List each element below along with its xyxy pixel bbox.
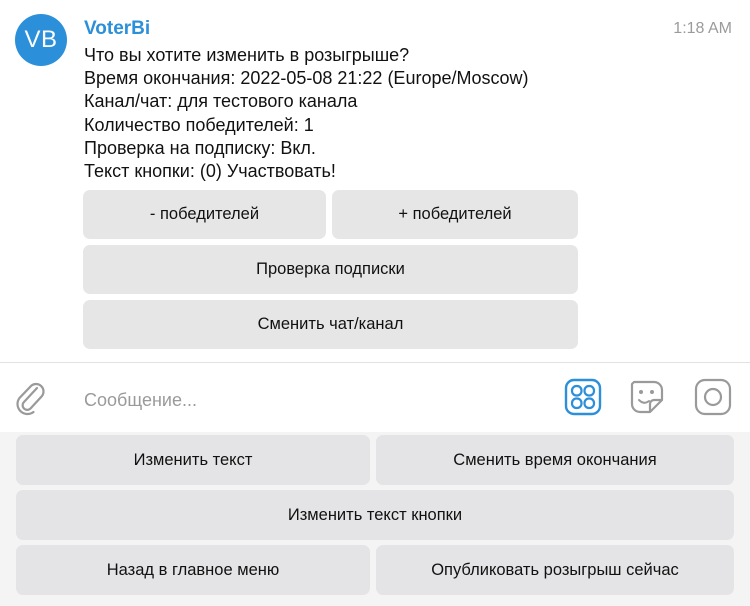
paperclip-icon[interactable] [14,379,48,417]
message-line: Количество победителей: 1 [84,114,314,135]
change-end-time-button[interactable]: Сменить время окончания [376,435,734,485]
chat-message-area: VB VoterBi 1:18 AM Что вы хотите изменит… [0,0,750,362]
check-subscription-button[interactable]: Проверка подписки [83,245,578,294]
message-line: Что вы хотите изменить в розыгрыше? [84,45,410,65]
change-button-text-button[interactable]: Изменить текст кнопки [16,490,734,540]
back-main-menu-button[interactable]: Назад в главное меню [16,545,370,595]
camera-icon[interactable] [694,378,732,416]
sticker-icon[interactable] [628,378,666,416]
minus-winners-button[interactable]: - победителей [83,190,326,239]
message-input[interactable]: Сообщение... [84,390,197,411]
message-line: Проверка на подписку: Вкл. [84,137,316,158]
message-text: Что вы хотите изменить в розыгрыше? Врем… [84,44,529,183]
avatar[interactable]: VB [15,14,67,66]
publish-now-button[interactable]: Опубликовать розыгрыш сейчас [376,545,734,595]
message-line: Время окончания: 2022-05-08 21:22 (Europ… [84,68,529,89]
message-time: 1:18 AM [673,20,732,37]
change-chat-button[interactable]: Сменить чат/канал [83,300,578,349]
message-line: Текст кнопки: (0) Участвовать! [84,161,336,182]
message-composer: Сообщение... [0,363,750,432]
message-line: Канал/чат: для тестового канала [84,91,358,112]
plus-winners-button[interactable]: + победителей [332,190,578,239]
reply-keyboard: Изменить текст Сменить время окончания И… [0,432,750,606]
sender-name[interactable]: VoterBi [84,18,150,40]
change-text-button[interactable]: Изменить текст [16,435,370,485]
bot-keyboard-icon[interactable] [564,378,602,416]
